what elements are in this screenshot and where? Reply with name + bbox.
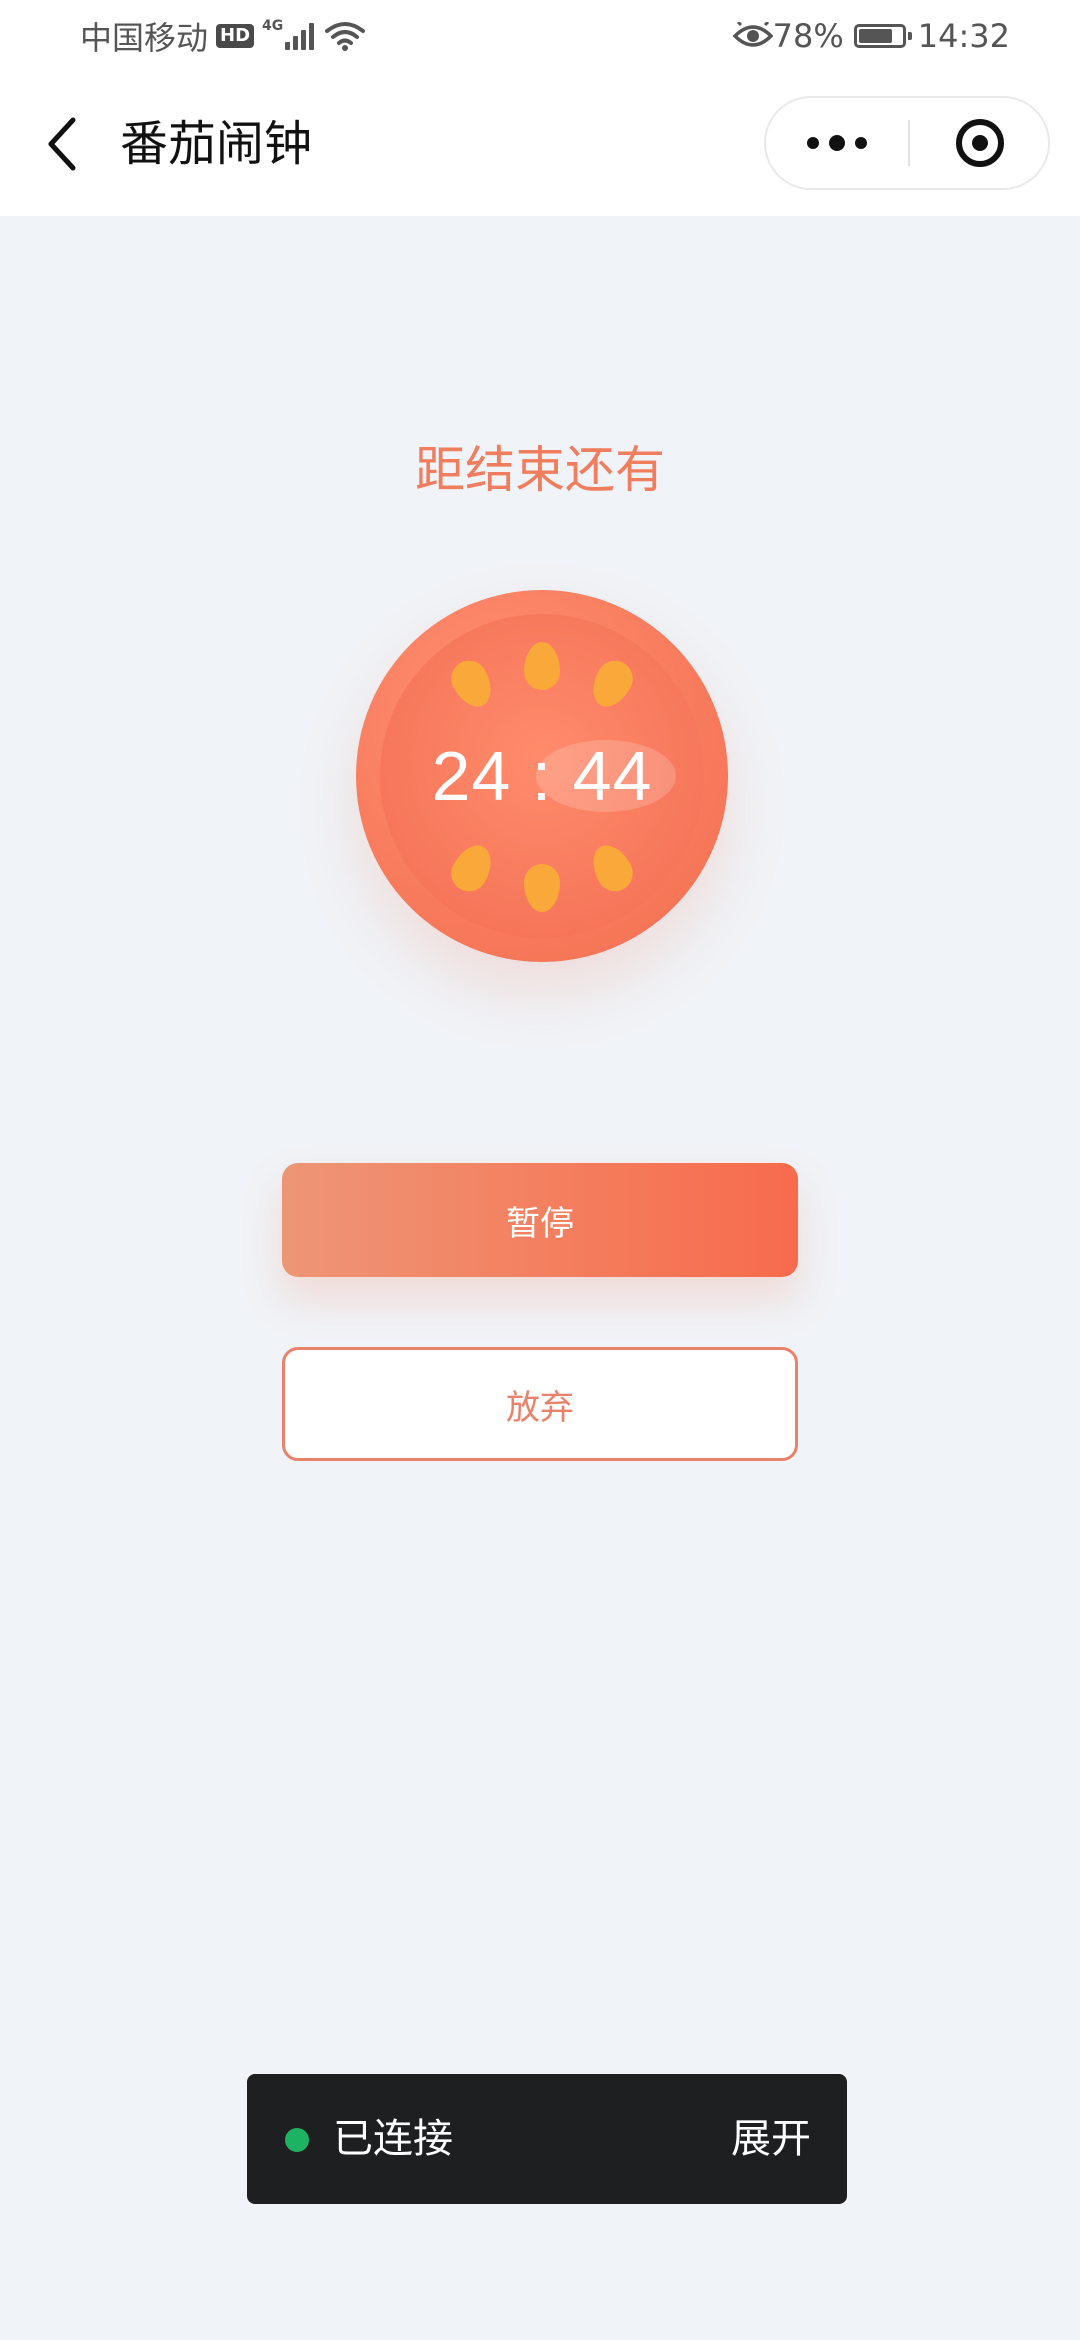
countdown-time: 24 : 44	[431, 737, 653, 815]
status-left: 中国移动 HD 4G	[80, 14, 366, 58]
chevron-left-icon	[48, 117, 76, 171]
eye-icon	[732, 22, 773, 47]
status-time: 14:32	[917, 17, 1010, 55]
pause-button[interactable]: 暂停	[282, 1163, 798, 1277]
more-button[interactable]	[766, 98, 908, 188]
carrier-label: 中国移动	[80, 19, 209, 57]
expand-button[interactable]: 展开	[731, 2112, 811, 2166]
battery-icon	[853, 24, 912, 48]
wifi-icon	[325, 22, 366, 51]
abandon-button[interactable]: 放弃	[282, 1347, 798, 1461]
page-title: 番茄闹钟	[120, 116, 313, 172]
hd-icon: HD	[216, 24, 255, 48]
back-button[interactable]	[30, 112, 94, 176]
network-type-label: 4G	[262, 18, 284, 34]
close-miniprogram-button[interactable]	[910, 98, 1050, 188]
connection-bar: 已连接 展开	[247, 2074, 847, 2204]
signal-icon	[285, 22, 317, 50]
tomato-timer: 24 : 44	[356, 590, 728, 962]
more-dots-icon	[802, 135, 872, 151]
menu-capsule	[764, 96, 1050, 190]
battery-fill	[858, 29, 892, 43]
target-circle-icon	[956, 119, 1004, 167]
status-bar: 中国移动 HD 4G 78% 14:32	[0, 0, 1080, 72]
tomato-icon: 24 : 44	[356, 590, 728, 962]
countdown-label: 距结束还有	[415, 441, 665, 499]
battery-percent: 78%	[772, 17, 844, 55]
status-right: 78% 14:32	[732, 14, 1010, 58]
connected-status-dot	[285, 2128, 309, 2152]
connection-status-label: 已连接	[333, 2116, 453, 2162]
nav-bar: 番茄闹钟	[0, 72, 1080, 216]
